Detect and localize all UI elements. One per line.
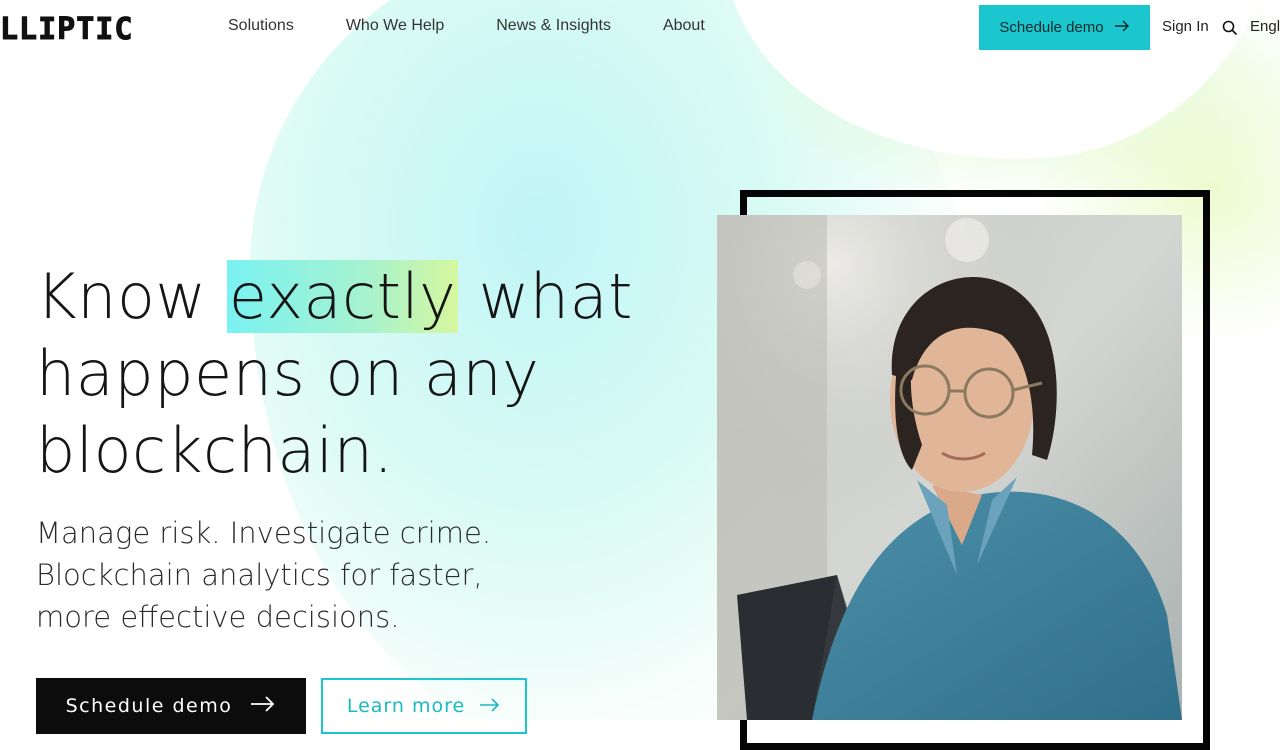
main-nav: Solutions Who We Help News & Insights Ab…: [228, 17, 757, 35]
header-schedule-demo-button[interactable]: Schedule demo: [979, 5, 1150, 50]
headline-part: what: [458, 260, 633, 333]
hero-subheadline: Manage risk. Investigate crime. Blockcha…: [36, 512, 516, 638]
subheadline-line-2: Blockchain analytics for faster,: [36, 558, 483, 592]
hero-schedule-demo-button[interactable]: Schedule demo: [36, 678, 306, 734]
search-icon[interactable]: [1222, 20, 1238, 36]
arrow-right-icon: [250, 695, 276, 717]
person-illustration: [717, 215, 1182, 720]
header-schedule-demo-label: Schedule demo: [999, 19, 1104, 36]
subheadline-line-1: Manage risk. Investigate crime.: [36, 516, 492, 550]
hero-headline: Know exactly what happens on any blockch…: [36, 258, 633, 489]
site-header: LLIPTIC Solutions Who We Help News & Ins…: [0, 0, 1280, 56]
nav-item-about[interactable]: About: [663, 17, 705, 35]
hero-schedule-demo-label: Schedule demo: [65, 695, 233, 717]
nav-item-who-we-help[interactable]: Who We Help: [346, 17, 444, 35]
arrow-right-icon: [1114, 19, 1130, 37]
sign-in-link[interactable]: Sign In: [1162, 18, 1209, 35]
learn-more-label: Learn more: [346, 695, 466, 717]
subheadline-line-3: more effective decisions.: [36, 600, 400, 634]
nav-item-solutions[interactable]: Solutions: [228, 17, 294, 35]
headline-line-3: blockchain.: [36, 414, 394, 487]
learn-more-button[interactable]: Learn more: [321, 678, 527, 734]
brand-logo[interactable]: LLIPTIC: [0, 12, 133, 48]
hero-photo: [717, 215, 1182, 720]
headline-part: Know: [36, 260, 227, 333]
headline-line-2: happens on any: [36, 337, 540, 410]
headline-highlight: exactly: [226, 260, 459, 333]
language-selector[interactable]: Engl: [1250, 18, 1280, 35]
arrow-right-icon: [479, 695, 501, 717]
nav-item-news-insights[interactable]: News & Insights: [496, 17, 611, 35]
